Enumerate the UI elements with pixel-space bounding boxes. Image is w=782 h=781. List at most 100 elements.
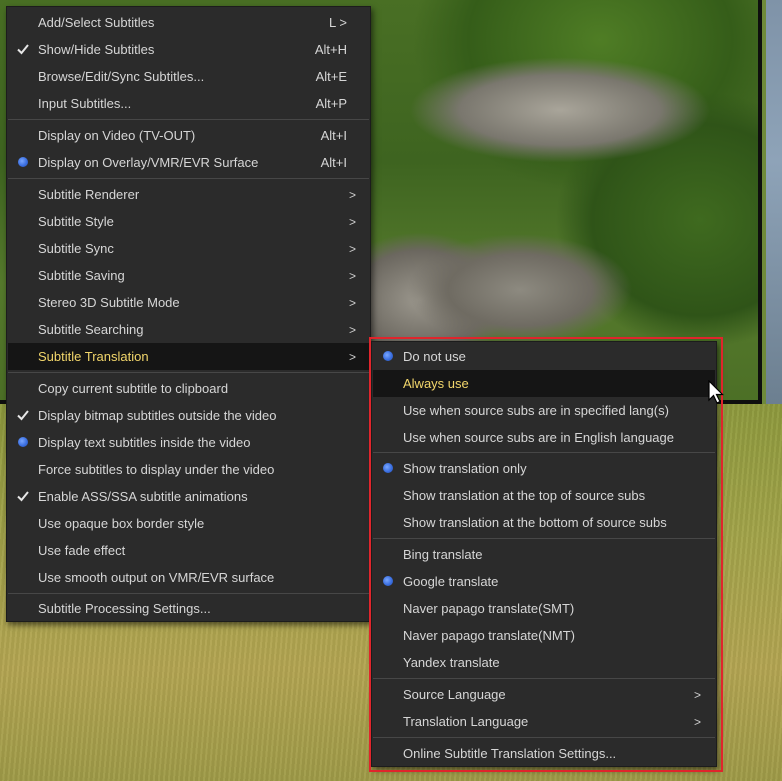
menu-separator: [8, 593, 369, 594]
menu-item-subtitle-searching[interactable]: Subtitle Searching >: [8, 316, 369, 343]
menu-item-subtitle-sync[interactable]: Subtitle Sync >: [8, 235, 369, 262]
mouse-pointer-icon: [708, 379, 726, 409]
menu-separator: [373, 737, 715, 738]
menu-item-label: Source Language: [403, 687, 506, 702]
submenu-item-papago-smt[interactable]: Naver papago translate(SMT): [373, 595, 715, 622]
menu-item-label: Subtitle Saving: [38, 268, 125, 283]
menu-item-processing-settings[interactable]: Subtitle Processing Settings...: [8, 595, 369, 622]
menu-item-shortcut: Alt+I: [320, 155, 347, 170]
menu-item-label: Google translate: [403, 574, 499, 589]
menu-item-label: Translation Language: [403, 714, 529, 729]
menu-item-subtitle-saving[interactable]: Subtitle Saving >: [8, 262, 369, 289]
menu-item-label: Naver papago translate(NMT): [403, 628, 575, 643]
submenu-item-translation-language[interactable]: Translation Language >: [373, 708, 715, 735]
menu-item-browse-edit-sync[interactable]: Browse/Edit/Sync Subtitles... Alt+E: [8, 63, 369, 90]
menu-item-label: Stereo 3D Subtitle Mode: [38, 295, 180, 310]
menu-item-label: Browse/Edit/Sync Subtitles...: [38, 69, 205, 84]
submenu-item-do-not-use[interactable]: Do not use: [373, 343, 715, 370]
translation-submenu: Do not use Always use Use when source su…: [371, 341, 717, 767]
submenu-item-source-language[interactable]: Source Language >: [373, 681, 715, 708]
menu-item-subtitle-translation[interactable]: Subtitle Translation >: [8, 343, 369, 370]
submenu-item-bing[interactable]: Bing translate: [373, 541, 715, 568]
menu-item-label: Show/Hide Subtitles: [38, 42, 155, 57]
menu-item-label: Subtitle Sync: [38, 241, 114, 256]
menu-item-shortcut: Alt+P: [315, 96, 347, 111]
menu-item-label: Use smooth output on VMR/EVR surface: [38, 570, 275, 585]
menu-item-label: Use when source subs are in specified la…: [403, 403, 669, 418]
menu-item-label: Force subtitles to display under the vid…: [38, 462, 275, 477]
menu-item-label: Do not use: [403, 349, 466, 364]
submenu-item-google[interactable]: Google translate: [373, 568, 715, 595]
menu-item-label: Subtitle Searching: [38, 322, 144, 337]
menu-item-subtitle-style[interactable]: Subtitle Style >: [8, 208, 369, 235]
menu-item-input-subtitles[interactable]: Input Subtitles... Alt+P: [8, 90, 369, 117]
menu-item-label: Add/Select Subtitles: [38, 15, 155, 30]
menu-item-label: Yandex translate: [403, 655, 500, 670]
menu-item-label: Subtitle Renderer: [38, 187, 140, 202]
menu-item-shortcut: Alt+I: [320, 128, 347, 143]
menu-separator: [8, 372, 369, 373]
menu-item-label: Display on Video (TV-OUT): [38, 128, 196, 143]
submenu-arrow-icon: >: [348, 322, 356, 337]
menu-item-label: Display on Overlay/VMR/EVR Surface: [38, 155, 259, 170]
menu-item-label: Display bitmap subtitles outside the vid…: [38, 408, 277, 423]
submenu-item-translation-only[interactable]: Show translation only: [373, 455, 715, 482]
menu-item-label: Bing translate: [403, 547, 483, 562]
menu-item-shortcut: Alt+E: [315, 69, 347, 84]
menu-item-ass-animations[interactable]: Enable ASS/SSA subtitle animations: [8, 483, 369, 510]
sky-strip: [766, 0, 782, 404]
menu-item-show-hide-subtitles[interactable]: Show/Hide Subtitles Alt+H: [8, 36, 369, 63]
menu-item-smooth-output[interactable]: Use smooth output on VMR/EVR surface: [8, 564, 369, 591]
menu-item-add-select-subtitles[interactable]: Add/Select Subtitles L >: [8, 9, 369, 36]
menu-item-label: Enable ASS/SSA subtitle animations: [38, 489, 248, 504]
submenu-item-online-translation-settings[interactable]: Online Subtitle Translation Settings...: [373, 740, 715, 767]
checkmark-icon: [16, 408, 30, 422]
submenu-arrow-icon: >: [348, 295, 356, 310]
menu-item-copy-subtitle[interactable]: Copy current subtitle to clipboard: [8, 375, 369, 402]
radio-selected-icon: [16, 155, 30, 169]
menu-item-label: Naver papago translate(SMT): [403, 601, 575, 616]
radio-selected-icon: [381, 461, 395, 475]
menu-item-label: Use when source subs are in English lang…: [403, 430, 675, 445]
menu-item-force-under[interactable]: Force subtitles to display under the vid…: [8, 456, 369, 483]
menu-item-subtitle-renderer[interactable]: Subtitle Renderer >: [8, 181, 369, 208]
menu-separator: [8, 178, 369, 179]
radio-selected-icon: [16, 435, 30, 449]
menu-item-display-on-overlay[interactable]: Display on Overlay/VMR/EVR Surface Alt+I: [8, 149, 369, 176]
menu-item-label: Display text subtitles inside the video: [38, 435, 251, 450]
menu-item-display-on-video[interactable]: Display on Video (TV-OUT) Alt+I: [8, 122, 369, 149]
menu-item-fade-effect[interactable]: Use fade effect: [8, 537, 369, 564]
menu-item-label: Show translation at the bottom of source…: [403, 515, 667, 530]
menu-item-shortcut: Alt+H: [314, 42, 347, 57]
submenu-item-translation-top[interactable]: Show translation at the top of source su…: [373, 482, 715, 509]
submenu-arrow-icon: >: [693, 687, 701, 702]
menu-item-label: Show translation only: [403, 461, 527, 476]
menu-item-text-inside[interactable]: Display text subtitles inside the video: [8, 429, 369, 456]
menu-item-shortcut: L >: [329, 15, 347, 30]
menu-item-bitmap-outside[interactable]: Display bitmap subtitles outside the vid…: [8, 402, 369, 429]
menu-item-label: Subtitle Translation: [38, 349, 149, 364]
submenu-item-papago-nmt[interactable]: Naver papago translate(NMT): [373, 622, 715, 649]
submenu-arrow-icon: >: [348, 349, 356, 364]
menu-item-label: Subtitle Style: [38, 214, 114, 229]
menu-item-label: Use fade effect: [38, 543, 126, 558]
menu-item-label: Subtitle Processing Settings...: [38, 601, 211, 616]
menu-separator: [8, 119, 369, 120]
menu-item-label: Show translation at the top of source su…: [403, 488, 646, 503]
subtitle-context-menu: Add/Select Subtitles L > Show/Hide Subti…: [6, 6, 371, 622]
submenu-item-specified-langs[interactable]: Use when source subs are in specified la…: [373, 397, 715, 424]
menu-item-stereo-3d-subtitle-mode[interactable]: Stereo 3D Subtitle Mode >: [8, 289, 369, 316]
checkmark-icon: [16, 489, 30, 503]
submenu-arrow-icon: >: [348, 268, 356, 283]
submenu-arrow-icon: >: [348, 214, 356, 229]
submenu-item-english-language[interactable]: Use when source subs are in English lang…: [373, 424, 715, 451]
radio-selected-icon: [381, 349, 395, 363]
submenu-item-yandex[interactable]: Yandex translate: [373, 649, 715, 676]
menu-item-label: Always use: [403, 376, 469, 391]
menu-separator: [373, 452, 715, 453]
menu-separator: [373, 678, 715, 679]
submenu-arrow-icon: >: [348, 187, 356, 202]
submenu-item-always-use[interactable]: Always use: [373, 370, 715, 397]
menu-item-opaque-box[interactable]: Use opaque box border style: [8, 510, 369, 537]
submenu-item-translation-bottom[interactable]: Show translation at the bottom of source…: [373, 509, 715, 536]
